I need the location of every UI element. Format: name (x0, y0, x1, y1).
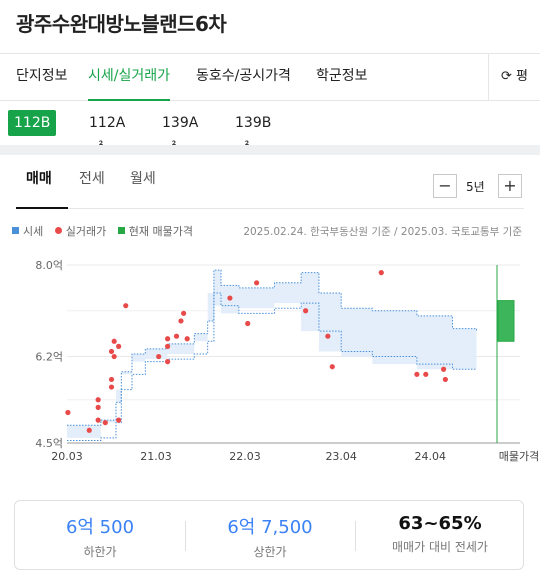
tab-monthly-rent[interactable]: 월세 (130, 168, 156, 188)
legend-item-listing: 현재 매물가격 (117, 223, 193, 239)
trade-point (111, 353, 117, 360)
trade-point (156, 353, 162, 360)
trade-point (116, 417, 122, 423)
legend-marker (117, 227, 125, 234)
y-tick-label: 6.2억 (35, 351, 63, 364)
period-minus-button[interactable]: − (433, 174, 457, 198)
page-title: 광주수완대방노블랜드6차 (16, 12, 227, 36)
tab-jeonse[interactable]: 전세 (79, 168, 105, 188)
legend-label: 실거래가 (65, 225, 107, 238)
main-tabs: 단지정보 시세/실거래가 동호수/공시가격 학군정보 ⟳ 평 (0, 53, 540, 101)
x-tick-label: 23.04 (325, 450, 357, 463)
trade-point (178, 318, 184, 324)
legend-marker (12, 227, 19, 234)
trade-point (111, 338, 117, 344)
trade-point (423, 371, 429, 377)
area-chip-139b[interactable]: 139B㎡ (229, 110, 277, 157)
trade-point (414, 371, 420, 377)
stat-value: 63~65% (398, 513, 482, 534)
tab-unit-price[interactable]: 동호수/공시가격 (196, 54, 291, 101)
trade-point (442, 376, 448, 383)
section-divider (0, 145, 540, 155)
stat-label: 상한가 (253, 545, 287, 559)
x-tick-label: 매물가격 (499, 450, 539, 463)
pyeong-toggle-button[interactable]: ⟳ 평 (488, 54, 540, 100)
stat-label: 하한가 (83, 545, 117, 559)
trade-point (165, 343, 171, 349)
tab-complex-info[interactable]: 단지정보 (16, 54, 68, 101)
trade-point (65, 409, 71, 416)
x-tick-label: 21.03 (140, 450, 172, 463)
trade-point (108, 376, 115, 383)
tab-sale[interactable]: 매매 (26, 168, 52, 188)
stat-value: 6억 500 (65, 517, 135, 538)
data-source-note: 2025.02.24. 한국부동산원 기준 / 2025.03. 국토교통부 기… (243, 226, 522, 238)
stat-value: 6억 7,500 (227, 517, 313, 538)
trade-point (173, 333, 180, 339)
y-tick-label: 4.5억 (35, 437, 63, 450)
trade-point (165, 359, 171, 365)
period-label: 5년 (466, 180, 485, 194)
stat-label: 매매가 대비 전세가 (392, 540, 488, 554)
trade-point (108, 384, 115, 390)
legend-marker (54, 227, 62, 234)
trade-point (325, 333, 331, 339)
trade-point (102, 420, 108, 426)
stat-jeonse-ratio: 63~65% 매매가 대비 전세가 (355, 513, 525, 555)
stat-upper-price: 6억 7,500 상한가 (185, 513, 355, 560)
trade-point (95, 417, 101, 423)
trade-point (184, 336, 190, 342)
y-tick-label: 8.0억 (35, 259, 63, 272)
trade-point (86, 427, 92, 433)
trade-point (302, 308, 309, 314)
stat-lower-price: 6억 500 하한가 (15, 513, 185, 560)
trade-point (378, 270, 384, 276)
tab-price[interactable]: 시세/실거래가 (88, 54, 170, 101)
area-chip-112a[interactable]: 112A㎡ (83, 110, 131, 157)
price-stats: 6억 500 하한가 6억 7,500 상한가 63~65% 매매가 대비 전세… (14, 500, 524, 570)
tab-school[interactable]: 학군정보 (316, 54, 368, 101)
trade-point (227, 295, 233, 301)
trade-point (245, 320, 251, 327)
legend-label: 현재 매물가격 (128, 225, 193, 238)
trade-point (116, 343, 122, 349)
legend-label: 시세 (23, 225, 44, 238)
subtab-active-indicator (16, 207, 68, 209)
x-tick-label: 22.03 (229, 450, 261, 463)
price-chart: 8.0억 6.2억 4.5억20.03 21.03 22.03 23.04 24.04 매물가… (35, 259, 539, 463)
legend-item-trades: 실거래가 (54, 223, 107, 239)
legend-item-market: 시세 (12, 223, 43, 239)
chart-legend: 시세 실거래가 현재 매물가격 (12, 223, 201, 239)
trade-point (329, 364, 335, 370)
area-chip-112b[interactable]: 112B㎡ (8, 110, 57, 157)
trade-point (254, 280, 260, 286)
trade-point (181, 310, 187, 316)
trade-point (95, 397, 101, 403)
trade-point (165, 336, 171, 342)
area-chip-139a[interactable]: 139A㎡ (156, 110, 204, 157)
trade-point (123, 303, 129, 309)
x-tick-label: 20.03 (51, 450, 83, 463)
x-tick-label: 24.04 (414, 450, 446, 463)
period-plus-button[interactable]: + (498, 174, 522, 198)
trade-point (108, 348, 115, 355)
market-price-band (67, 270, 477, 441)
listing-price-range (497, 300, 515, 342)
trade-point (440, 366, 447, 372)
subtab-divider (16, 208, 524, 209)
trade-point (95, 404, 101, 410)
